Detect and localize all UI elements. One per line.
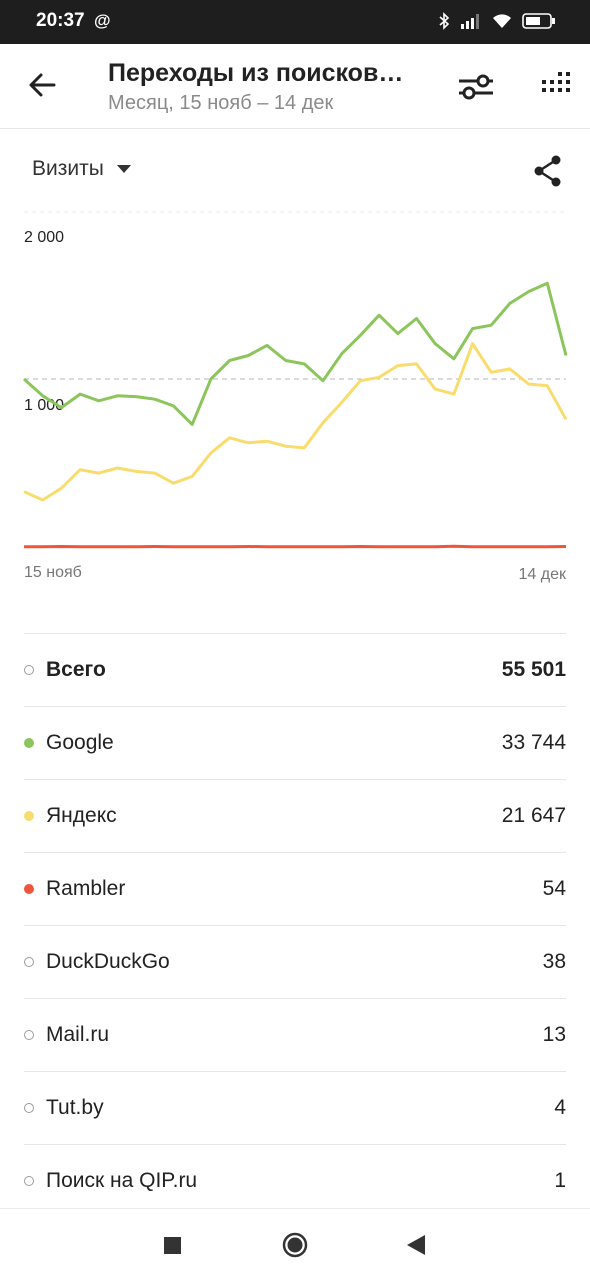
legend-dot-icon — [24, 957, 34, 967]
app-bar: Переходы из поисков… Месяц, 15 нояб – 14… — [0, 44, 590, 129]
source-value: 1 — [554, 1169, 566, 1192]
source-name: Google — [46, 731, 114, 754]
legend-dot-icon — [24, 1103, 34, 1113]
source-name: Яндекс — [46, 804, 117, 827]
legend-dot-icon — [24, 884, 34, 894]
battery-icon — [522, 13, 555, 29]
recents-square-icon[interactable] — [164, 1237, 181, 1254]
total-row[interactable]: Всего 55 501 — [24, 633, 566, 706]
source-row[interactable]: DuckDuckGo 38 — [24, 925, 566, 998]
system-nav-bar — [0, 1208, 590, 1281]
source-name: Mail.ru — [46, 1023, 110, 1046]
back-triangle-icon[interactable] — [406, 1234, 426, 1256]
series-line-google — [22, 281, 568, 426]
wifi-icon — [493, 14, 511, 28]
bluetooth-icon — [439, 12, 450, 30]
series-line-яндекс — [23, 342, 568, 502]
caret-down-icon — [116, 165, 131, 173]
legend-dot-icon — [24, 1030, 34, 1040]
source-row[interactable]: Яндекс 21 647 — [24, 779, 566, 852]
source-row[interactable]: Mail.ru 13 — [24, 998, 566, 1071]
source-name: Tut.by — [46, 1096, 104, 1119]
at-notification-icon: @ — [94, 11, 111, 30]
source-value: 21 647 — [501, 804, 566, 827]
back-arrow-icon[interactable] — [26, 68, 60, 102]
y-tick-label: 2 000 — [24, 229, 64, 246]
source-value: 55 501 — [501, 658, 566, 681]
dots-grid-icon[interactable] — [536, 70, 572, 100]
source-name: DuckDuckGo — [46, 950, 170, 973]
source-name: Rambler — [46, 877, 126, 900]
source-row[interactable]: Поиск на QIP.ru 1 — [24, 1144, 566, 1217]
source-row[interactable]: Google 33 744 — [24, 706, 566, 779]
legend-dot-icon — [24, 665, 34, 675]
source-name: Всего — [46, 658, 106, 681]
source-row[interactable]: Tut.by 4 — [24, 1071, 566, 1144]
status-icons — [438, 12, 556, 30]
visits-line-chart: 2 000 1 000 15 нояб 14 дек — [22, 211, 568, 583]
source-name: Поиск на QIP.ru — [46, 1169, 198, 1192]
metric-dropdown[interactable]: Визиты — [32, 157, 132, 181]
status-time: 20:37 — [36, 10, 85, 31]
filter-sliders-icon[interactable] — [456, 70, 496, 104]
series-line-rambler — [23, 544, 567, 549]
page-title: Переходы из поисков… — [108, 59, 404, 87]
source-value: 33 744 — [501, 731, 566, 754]
source-value: 54 — [542, 877, 566, 900]
x-tick-label: 14 дек — [519, 566, 567, 583]
period-subtitle[interactable]: Месяц, 15 нояб – 14 дек — [108, 92, 333, 115]
signal-icon — [461, 14, 479, 29]
source-row[interactable]: Rambler 54 — [24, 852, 566, 925]
legend-dot-icon — [24, 1176, 34, 1186]
legend-dot-icon — [24, 811, 34, 821]
sources-table: Всего 55 501 Google 33 744 Яндекс 21 647 Rambl… — [24, 633, 566, 1217]
source-value: 38 — [542, 950, 566, 973]
share-icon[interactable] — [532, 154, 564, 188]
home-circle-icon[interactable] — [282, 1232, 308, 1258]
legend-dot-icon — [24, 738, 34, 748]
metric-label: Визиты — [32, 157, 104, 180]
x-tick-label: 15 нояб — [24, 564, 82, 581]
source-value: 4 — [554, 1096, 566, 1119]
status-bar: 20:37 @ — [0, 0, 590, 44]
source-value: 13 — [542, 1023, 566, 1046]
